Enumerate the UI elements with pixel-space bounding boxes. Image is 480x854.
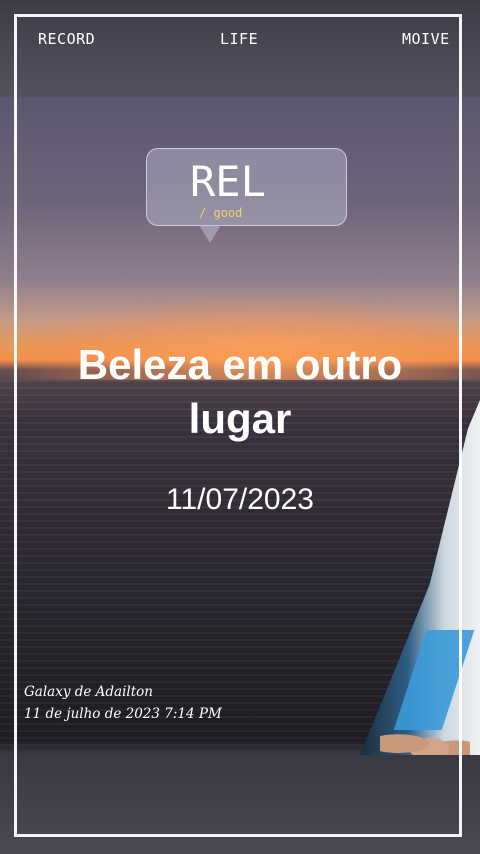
nav-record[interactable]: RECORD xyxy=(38,30,95,48)
top-nav: RECORD LIFE MOIVE xyxy=(0,30,480,50)
sticker-subtitle: / good xyxy=(199,206,243,220)
headline: Beleza em outro lugar xyxy=(77,341,403,442)
nav-moive[interactable]: MOIVE xyxy=(402,30,450,48)
sticker-title: REL xyxy=(190,157,266,206)
watermark-device: Galaxy de Adailton xyxy=(24,684,153,700)
nav-life[interactable]: LIFE xyxy=(220,30,258,48)
watermark-datetime: 11 de julho de 2023 7:14 PM xyxy=(24,706,222,722)
date-label: 11/07/2023 xyxy=(166,483,314,516)
speech-bubble-tail xyxy=(199,225,221,243)
